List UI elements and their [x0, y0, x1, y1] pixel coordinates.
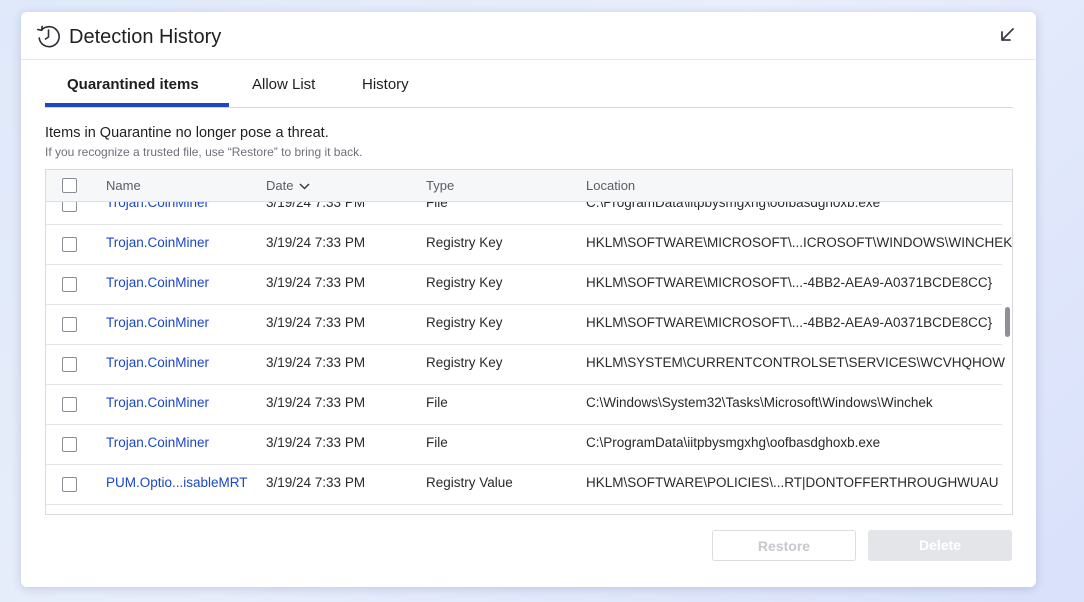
quarantine-hint-text: If you recognize a trusted file, use “Re… [45, 145, 363, 159]
threat-location: HKLM\SOFTWARE\MICROSOFT\...-4BB2-AEA9-A0… [586, 315, 993, 330]
tab-allow-list[interactable]: Allow List [252, 76, 315, 101]
threat-name-link[interactable]: Trojan.CoinMiner [106, 395, 209, 410]
table-row[interactable]: Trojan.CoinMiner 3/19/24 7:33 PM Registr… [46, 224, 1012, 265]
detection-date: 3/19/24 7:33 PM [266, 235, 366, 250]
threat-location: C:\ProgramData\iitpbysmgxhg\oofbasdghoxb… [586, 435, 881, 450]
column-header-location[interactable]: Location [586, 178, 635, 193]
table-row[interactable]: Trojan.CoinMiner 3/19/24 7:33 PM Registr… [46, 264, 1002, 305]
row-checkbox[interactable] [62, 437, 77, 452]
threat-name-link[interactable]: Trojan.CoinMiner [106, 355, 209, 370]
table-row[interactable]: Trojan.CoinMiner 3/19/24 7:33 PM File C:… [46, 201, 1002, 225]
tab-quarantined-items[interactable]: Quarantined items [67, 76, 199, 101]
chevron-down-icon [299, 183, 310, 190]
row-checkbox[interactable] [62, 237, 77, 252]
threat-location: HKLM\SOFTWARE\MICROSOFT\...-4BB2-AEA9-A0… [586, 275, 993, 290]
table-row[interactable]: Trojan.CoinMiner 3/19/24 7:33 PM Registr… [46, 344, 1006, 385]
detection-history-window: Detection History Quarantined items Allo… [21, 12, 1036, 587]
detection-date: 3/19/24 7:33 PM [266, 201, 366, 210]
threat-name-link[interactable]: Trojan.CoinMiner [106, 201, 209, 210]
window-title: Detection History [69, 26, 222, 48]
table-scrollbar[interactable] [1002, 201, 1012, 514]
threat-name-link[interactable]: Trojan.CoinMiner [106, 435, 209, 450]
detection-date: 3/19/24 7:33 PM [266, 275, 366, 290]
threat-name-link[interactable]: Trojan.CoinMiner [106, 315, 209, 330]
detection-date: 3/19/24 7:33 PM [266, 315, 366, 330]
table-row[interactable]: PUM.Optio...isableMRT 3/19/24 7:33 PM Re… [46, 464, 1002, 505]
title-bar: Detection History [21, 12, 1036, 60]
active-tab-indicator [45, 103, 229, 107]
threat-type: File [426, 395, 448, 410]
column-header-name[interactable]: Name [106, 178, 141, 193]
history-clock-icon [37, 25, 60, 48]
threat-location: C:\Windows\System32\Tasks\Microsoft\Wind… [586, 395, 933, 410]
threat-name-link[interactable]: Trojan.CoinMiner [106, 275, 209, 290]
detection-date: 3/19/24 7:33 PM [266, 435, 366, 450]
detection-date: 3/19/24 7:33 PM [266, 395, 366, 410]
row-checkbox[interactable] [62, 277, 77, 292]
threat-type: Registry Key [426, 275, 503, 290]
threat-location: HKLM\SOFTWARE\MICROSOFT\...ICROSOFT\WIND… [586, 235, 1012, 250]
threat-type: Registry Key [426, 355, 503, 370]
threat-location: HKLM\SYSTEM\CURRENTCONTROLSET\SERVICES\W… [586, 355, 1006, 370]
quarantine-table: Name Date Type Location Trojan.CoinMiner… [45, 169, 1013, 515]
row-checkbox[interactable] [62, 397, 77, 412]
select-all-checkbox[interactable] [62, 178, 77, 193]
row-checkbox[interactable] [62, 201, 77, 212]
table-row[interactable]: Trojan.CoinMiner 3/19/24 7:33 PM Registr… [46, 304, 1002, 345]
threat-type: Registry Value [426, 475, 513, 490]
column-header-date[interactable]: Date [266, 178, 310, 193]
threat-name-link[interactable]: Trojan.CoinMiner [106, 235, 209, 250]
table-header: Name Date Type Location [46, 170, 1012, 202]
detection-date: 3/19/24 7:33 PM [266, 475, 366, 490]
threat-location: HKLM\SOFTWARE\POLICIES\...RT|DONTOFFERTH… [586, 475, 999, 490]
delete-button[interactable]: Delete [868, 530, 1012, 561]
column-header-type[interactable]: Type [426, 178, 454, 193]
row-checkbox[interactable] [62, 477, 77, 492]
threat-type: File [426, 435, 448, 450]
tab-bar: Quarantined items Allow List History [45, 76, 1013, 108]
table-body: Trojan.CoinMiner 3/19/24 7:33 PM File C:… [46, 201, 1012, 514]
column-header-date-label: Date [266, 178, 294, 193]
detection-date: 3/19/24 7:33 PM [266, 355, 366, 370]
tab-history[interactable]: History [362, 76, 409, 101]
row-checkbox[interactable] [62, 317, 77, 332]
threat-type: Registry Key [426, 235, 503, 250]
threat-type: Registry Key [426, 315, 503, 330]
quarantine-info-text: Items in Quarantine no longer pose a thr… [45, 125, 329, 141]
threat-location: C:\ProgramData\iitpbysmgxhg\oofbasdghoxb… [586, 201, 881, 210]
threat-type: File [426, 201, 448, 210]
table-row[interactable]: Trojan.CoinMiner 3/19/24 7:33 PM File C:… [46, 384, 1002, 425]
row-checkbox[interactable] [62, 357, 77, 372]
restore-button[interactable]: Restore [712, 530, 856, 561]
collapse-arrow-icon[interactable] [998, 26, 1016, 44]
threat-name-link[interactable]: PUM.Optio...isableMRT [106, 475, 248, 490]
table-row[interactable]: Trojan.CoinMiner 3/19/24 7:33 PM File C:… [46, 424, 1002, 465]
scrollbar-thumb[interactable] [1005, 307, 1010, 337]
